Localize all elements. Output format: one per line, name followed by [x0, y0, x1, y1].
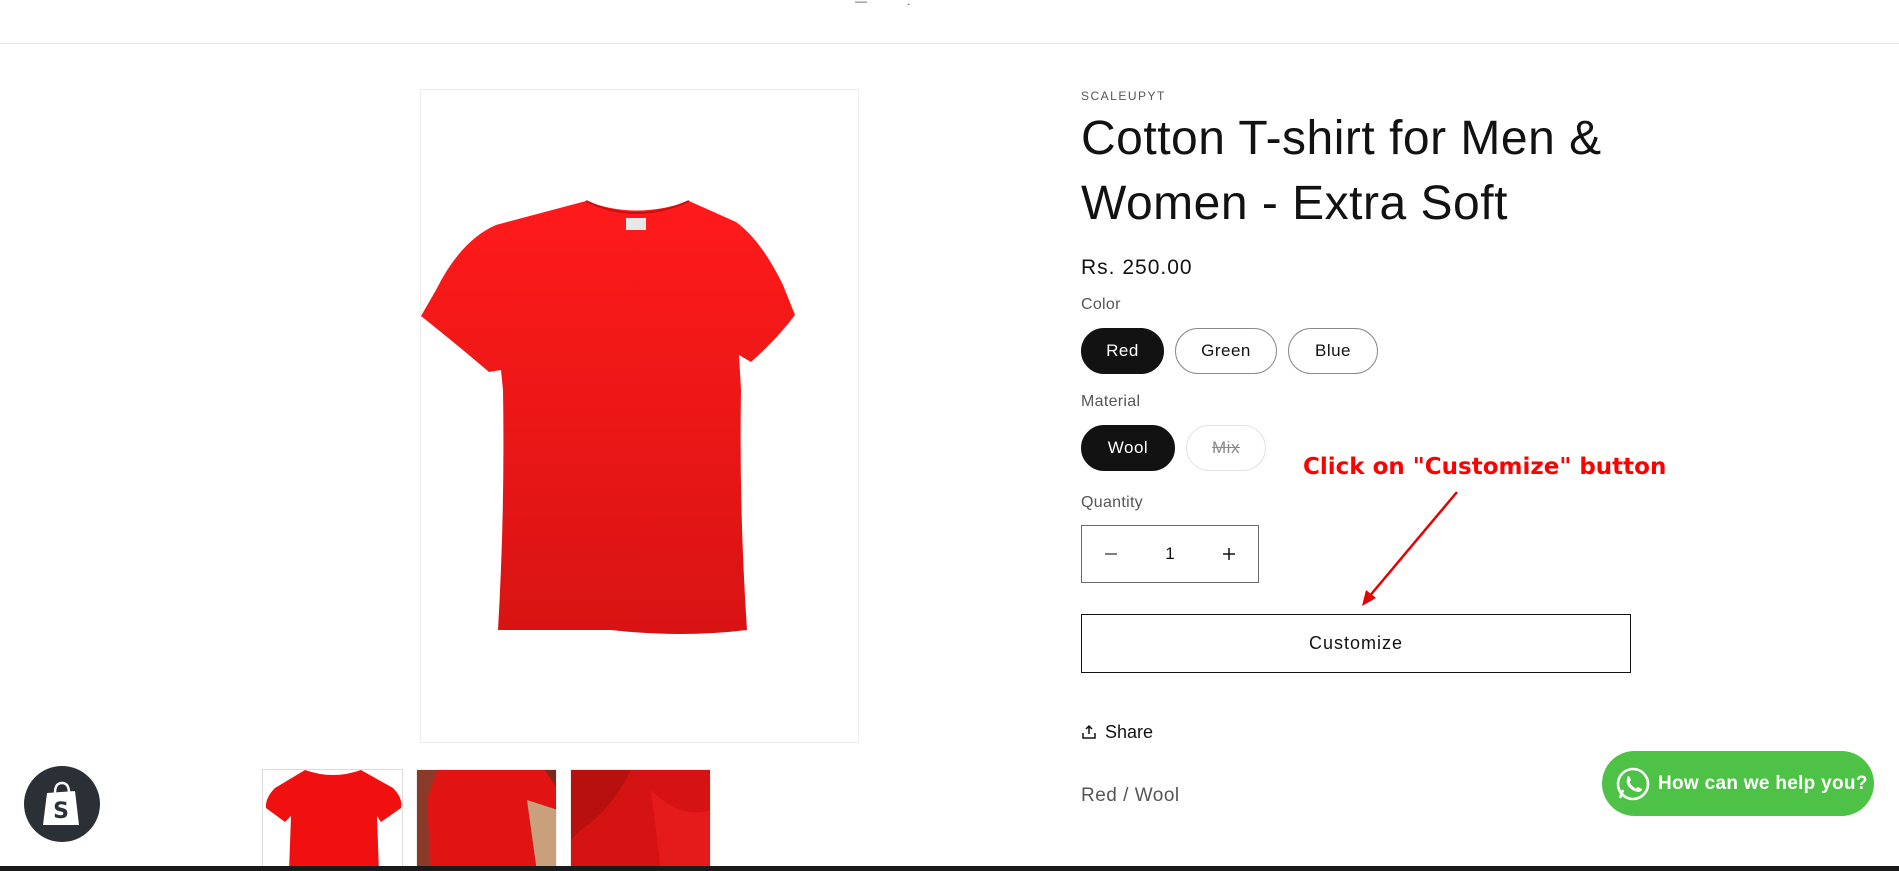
share-label: Share [1105, 721, 1154, 742]
color-option-red[interactable]: Red [1081, 328, 1164, 374]
whatsapp-icon [1616, 767, 1650, 800]
product-title-line1: Cotton T-shirt for Men & [1081, 112, 1602, 165]
shopify-bag-icon: S [43, 781, 79, 825]
product-vendor: SCALEUPYT [1081, 89, 1166, 103]
thumbnail-closeup-photo [571, 770, 710, 870]
material-option-mix[interactable]: Mix [1186, 425, 1266, 471]
customize-button[interactable]: Customize [1081, 614, 1631, 673]
variant-summary: Red / Wool [1081, 785, 1180, 806]
color-option-label: Color [1081, 296, 1121, 313]
thumbnail-tshirt-icon [263, 770, 402, 870]
thumbnail-closeup[interactable] [570, 769, 711, 871]
site-header: — . [0, 0, 1899, 44]
share-icon [1082, 724, 1096, 739]
share-button[interactable]: Share [1081, 720, 1153, 744]
thumbnail-model[interactable] [416, 769, 557, 871]
plus-icon [1223, 548, 1235, 560]
whatsapp-chat-button[interactable]: How can we help you? [1602, 751, 1874, 816]
color-option-blue[interactable]: Blue [1288, 328, 1378, 374]
whatsapp-label: How can we help you? [1658, 772, 1868, 794]
product-title: Cotton T-shirt for Men & Women - Extra S… [1081, 106, 1641, 236]
quantity-stepper: 1 [1081, 525, 1259, 583]
material-option-label: Material [1081, 393, 1141, 410]
quantity-decrease-button[interactable] [1082, 526, 1140, 582]
tutorial-annotation-text: Click on "Customize" button [1303, 454, 1667, 480]
thumbnail-model-photo [417, 770, 556, 870]
minus-icon [1105, 553, 1117, 555]
tshirt-illustration [421, 200, 795, 634]
color-option-green[interactable]: Green [1175, 328, 1277, 374]
shopify-bag-button[interactable]: S [24, 766, 100, 842]
quantity-input[interactable]: 1 [1140, 544, 1200, 564]
tshirt-label [626, 218, 646, 230]
header-nav-fragment: — . [855, 0, 911, 8]
svg-text:S: S [53, 799, 69, 824]
material-option-wool[interactable]: Wool [1081, 425, 1175, 471]
quantity-label: Quantity [1081, 494, 1143, 511]
product-title-line2: Women - Extra Soft [1081, 177, 1508, 230]
page-bottom-edge [0, 866, 1899, 871]
product-main-image[interactable] [420, 89, 859, 743]
thumbnail-front[interactable] [262, 769, 403, 871]
tshirt-body [421, 201, 795, 634]
product-price: Rs. 250.00 [1081, 256, 1193, 279]
quantity-increase-button[interactable] [1200, 526, 1258, 582]
